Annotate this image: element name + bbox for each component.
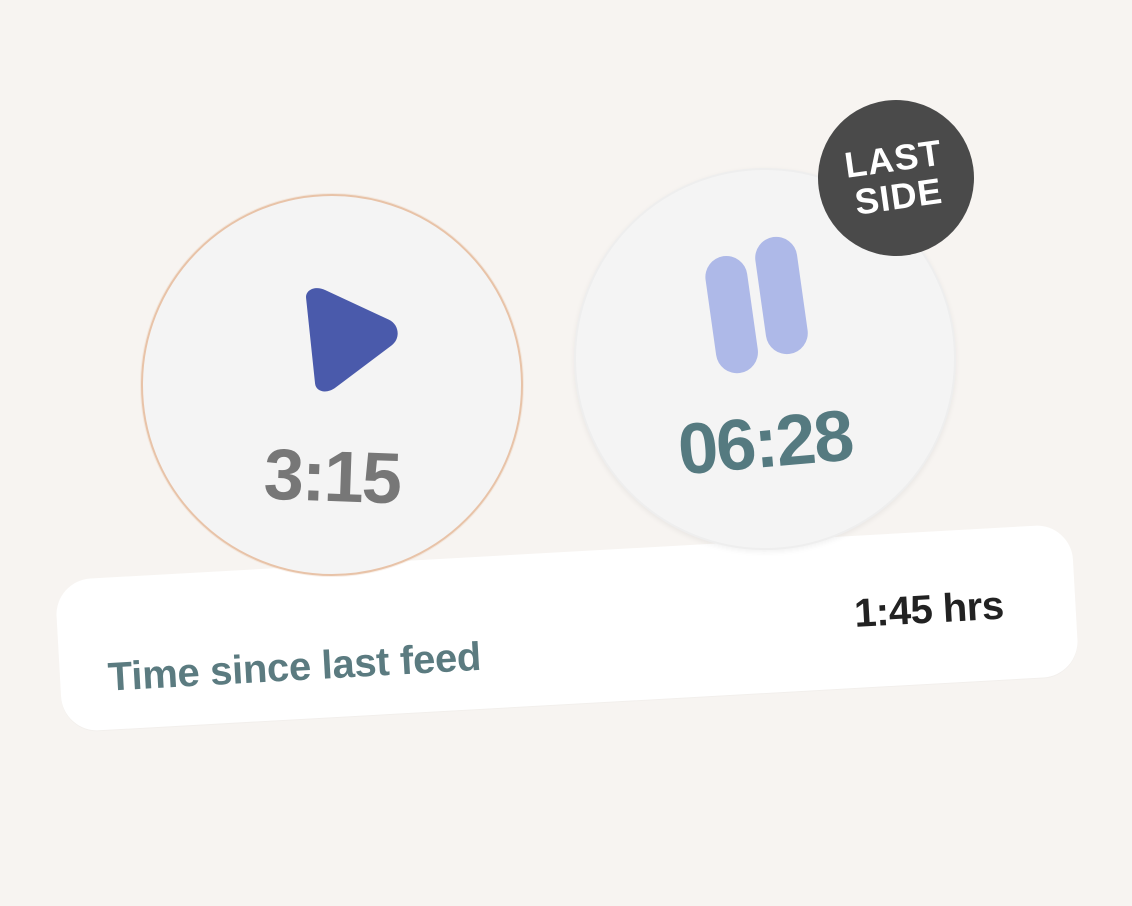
time-since-last-feed-card: Time since last feed 1:45 hrs — [54, 523, 1080, 733]
pause-icon[interactable] — [695, 233, 819, 382]
pause-bar-1 — [702, 253, 761, 376]
last-side-badge-text: LAST SIDE — [841, 131, 946, 223]
pause-bar-2 — [752, 234, 811, 357]
feeding-timer-scene: Time since last feed 1:45 hrs 3:15 06:28… — [0, 0, 1132, 906]
time-since-last-feed-label: Time since last feed — [106, 634, 483, 700]
time-since-last-feed-value: 1:45 hrs — [853, 583, 1005, 636]
play-icon[interactable] — [287, 279, 409, 408]
left-side-timer-button[interactable]: 3:15 — [141, 194, 523, 576]
right-timer-time: 06:28 — [674, 395, 856, 491]
left-timer-time: 3:15 — [262, 434, 402, 520]
